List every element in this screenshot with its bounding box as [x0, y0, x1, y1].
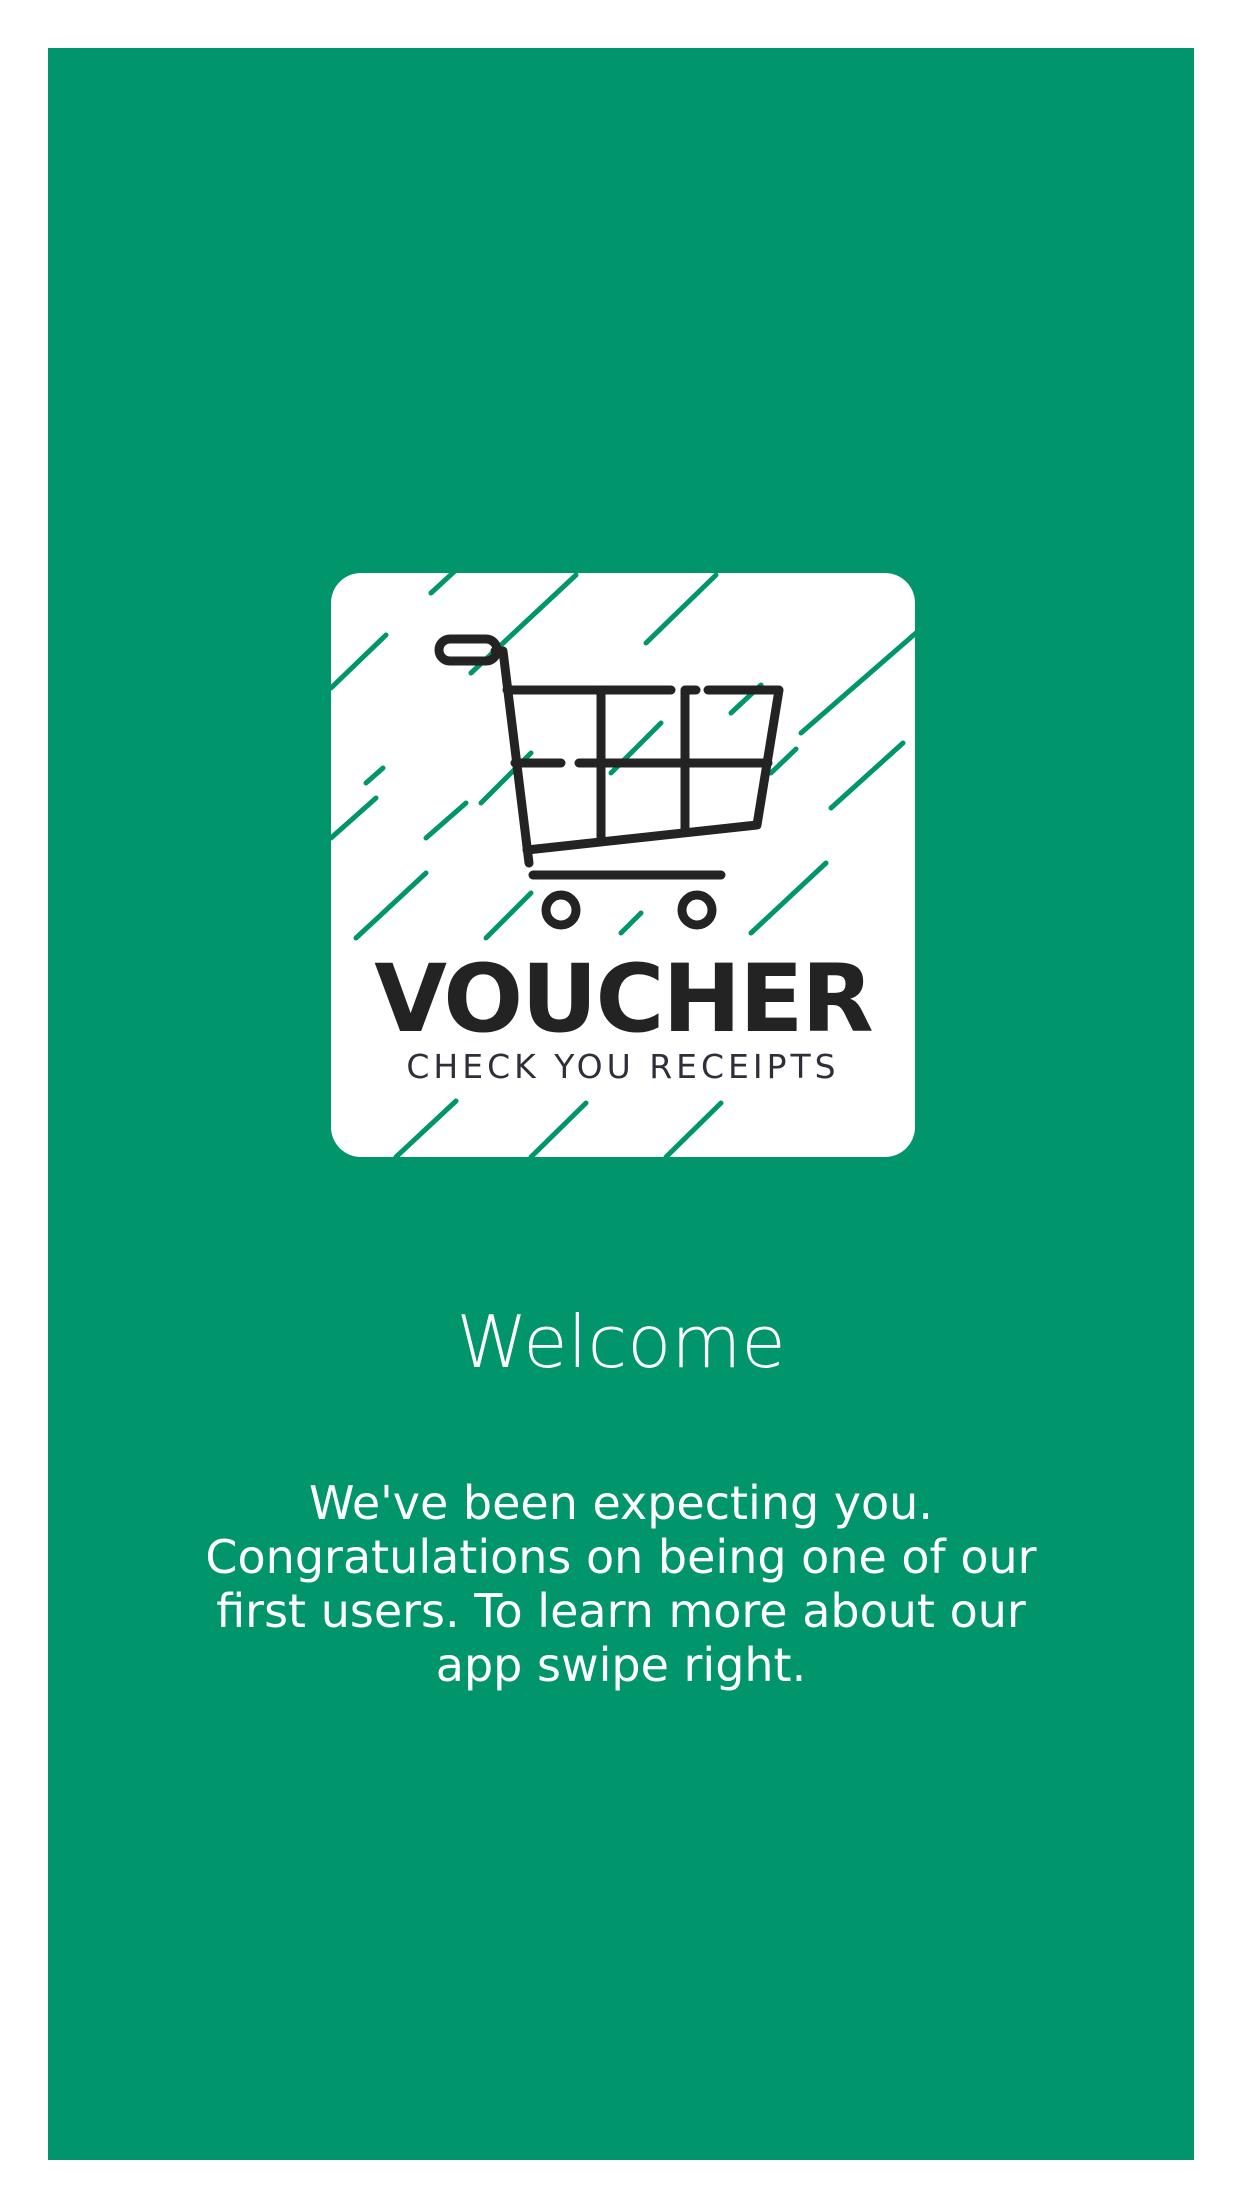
brand-tagline: CHECK YOU RECEIPTS	[406, 1047, 840, 1086]
welcome-message: We've been expecting you. Congratulation…	[205, 1476, 1037, 1692]
shopping-cart-icon	[434, 634, 784, 930]
brand-name: VOUCHER	[374, 945, 874, 1054]
onboarding-screen[interactable]: VOUCHER CHECK YOU RECEIPTS Welcome We've…	[48, 48, 1194, 2160]
welcome-title: Welcome	[456, 1300, 786, 1384]
app-logo: VOUCHER CHECK YOU RECEIPTS	[331, 573, 915, 1157]
